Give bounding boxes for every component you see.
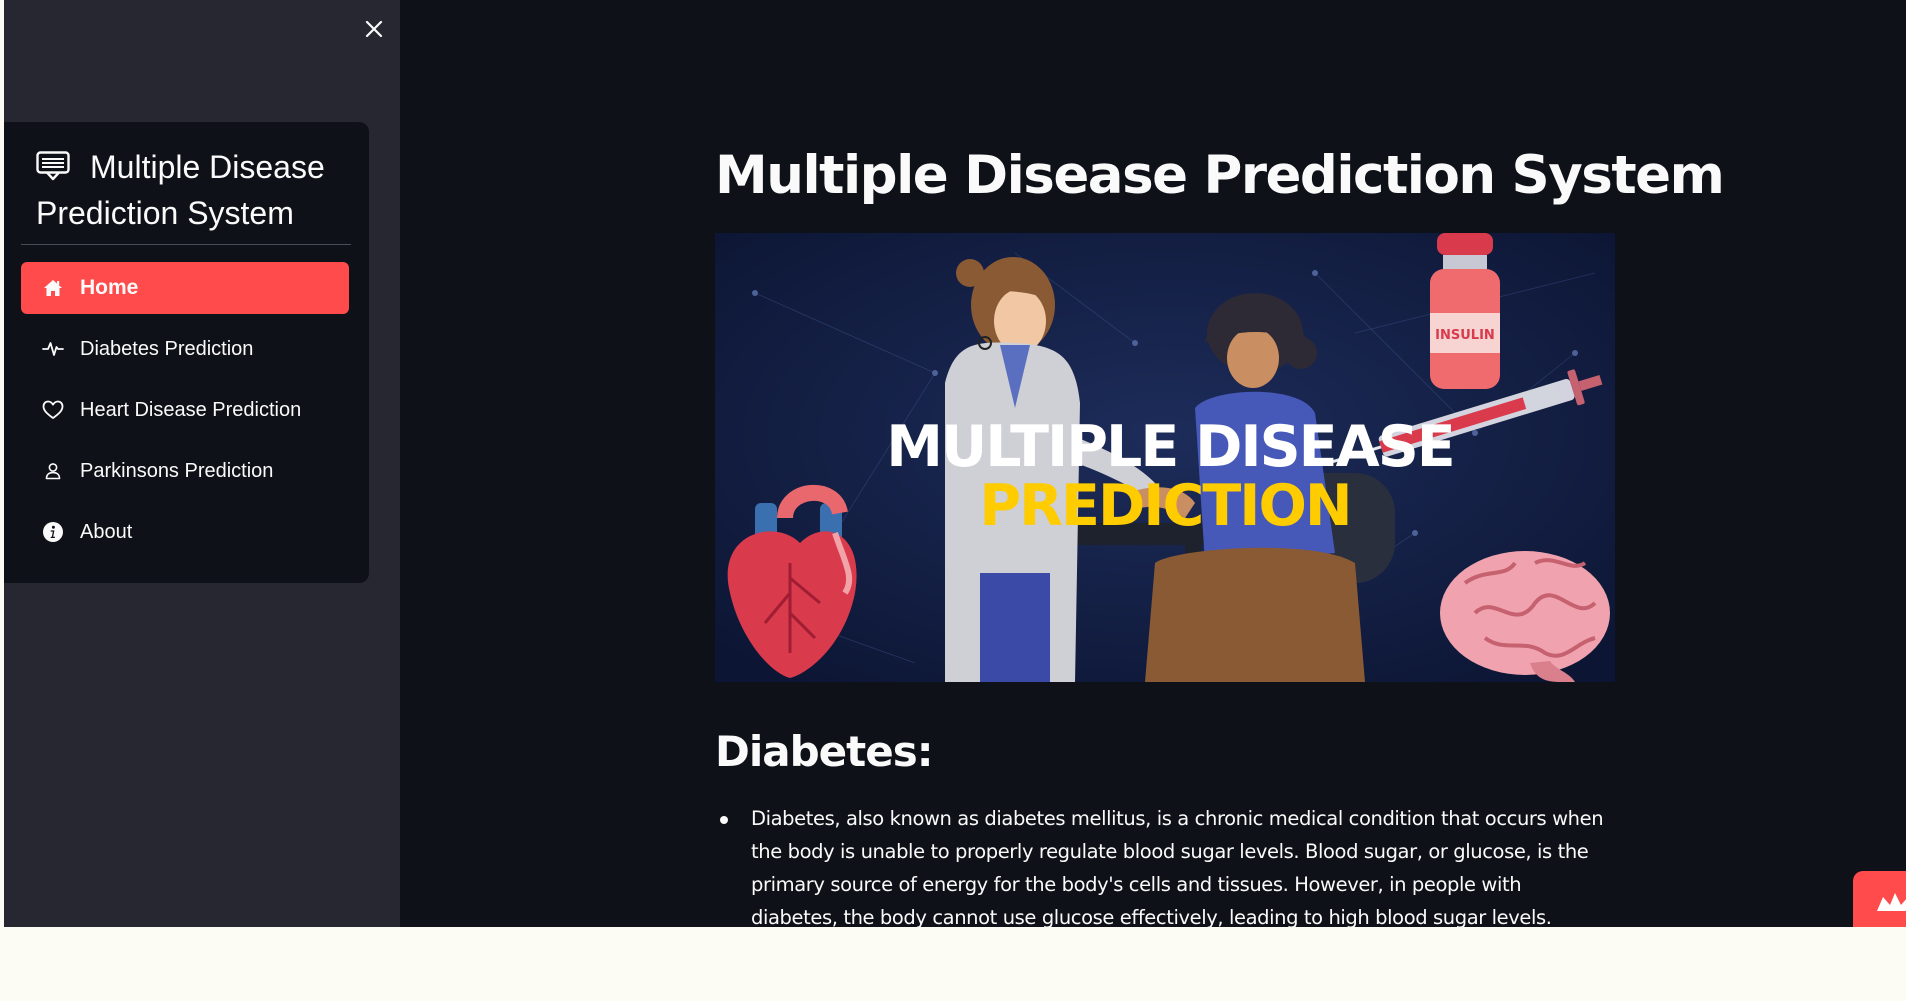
activity-icon: [41, 337, 65, 361]
list-item: Diabetes, also known as diabetes mellitu…: [715, 802, 1605, 927]
page-title: Multiple Disease Prediction System: [715, 145, 1725, 206]
menu-item-heart-disease-prediction[interactable]: Heart Disease Prediction: [21, 384, 349, 436]
menu-item-label: Diabetes Prediction: [80, 337, 254, 360]
app-window: Multiple Disease Prediction System Home: [0, 0, 1906, 927]
streamlit-menu-button[interactable]: [1853, 871, 1906, 927]
menu-item-parkinsons-prediction[interactable]: Parkinsons Prediction: [21, 445, 349, 497]
menu-item-label: Home: [80, 276, 139, 299]
sidebar: Multiple Disease Prediction System Home: [4, 0, 400, 927]
menu-divider: [21, 244, 351, 245]
menu-item-label: Parkinsons Prediction: [80, 459, 274, 482]
heart-icon: [41, 398, 65, 422]
menu-item-label: Heart Disease Prediction: [80, 398, 302, 421]
section-title-diabetes: Diabetes:: [715, 727, 934, 776]
banner-title-line1: MULTIPLE DISEASE: [886, 414, 1453, 480]
house-icon: [41, 276, 65, 300]
banner-image: INSULIN MULTIPLE DISEASE PREDICTION: [715, 233, 1615, 682]
crown-icon: [1877, 893, 1906, 911]
diabetes-bullet-list: Diabetes, also known as diabetes mellitu…: [715, 802, 1605, 927]
option-menu: Multiple Disease Prediction System Home: [4, 122, 369, 583]
person-icon: [41, 459, 65, 483]
vial-label: INSULIN: [1435, 328, 1495, 343]
banner-title-line2: PREDICTION: [979, 473, 1350, 539]
menu-title-text: Multiple Disease Prediction System: [36, 149, 325, 231]
menu-list-icon: [36, 151, 70, 181]
menu-item-diabetes-prediction[interactable]: Diabetes Prediction: [21, 323, 349, 375]
menu-item-about[interactable]: About: [21, 506, 349, 558]
menu-title: Multiple Disease Prediction System: [36, 144, 356, 236]
menu-item-label: About: [80, 520, 133, 543]
close-sidebar-button[interactable]: [359, 14, 389, 44]
info-icon: [41, 520, 65, 544]
menu-item-home[interactable]: Home: [21, 262, 349, 314]
close-icon: [365, 20, 383, 38]
